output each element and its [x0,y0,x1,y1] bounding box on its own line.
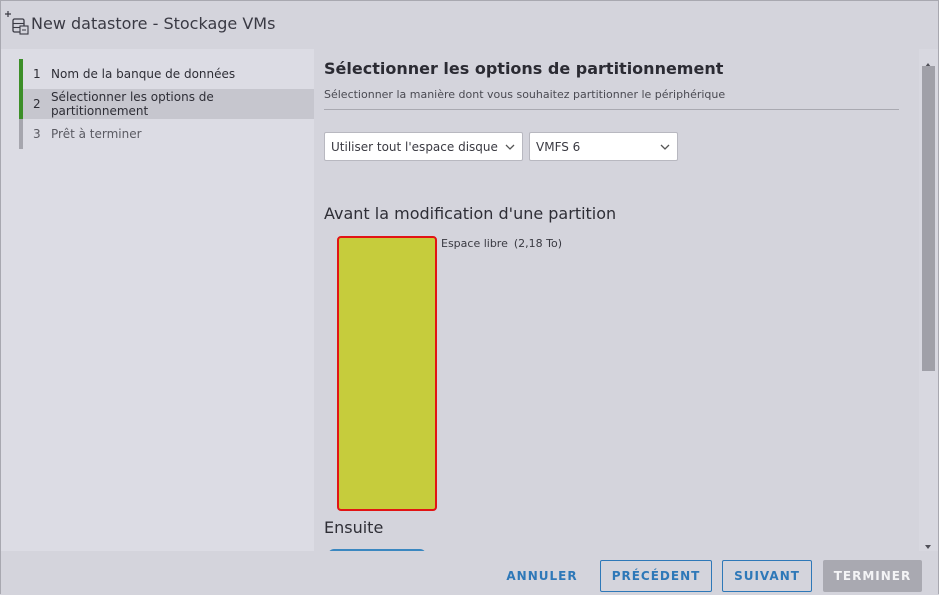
divider [324,109,899,110]
free-space-size: (2,18 To) [513,237,563,250]
vertical-scrollbar[interactable] [919,49,938,551]
step-status-bar [19,59,23,89]
free-space-label: Espace libre (2,18 To) [441,237,562,250]
step-partition-options[interactable]: 2 Sélectionner les options de partitionn… [19,89,314,119]
previous-button[interactable]: PRÉCÉDENT [600,560,712,592]
main-panel: Sélectionner les options de partitionnem… [314,49,919,551]
step-number: 1 [33,67,41,81]
step-ready-to-complete[interactable]: 3 Prêt à terminer [19,119,314,149]
step-datastore-name[interactable]: 1 Nom de la banque de données [19,59,314,89]
free-space-name: Espace libre [441,237,508,250]
step-label: Prêt à terminer [51,127,142,141]
partition-layout-value: Utiliser tout l'espace disque [331,139,498,154]
step-status-bar [19,119,23,149]
finish-button[interactable]: TERMINER [823,560,922,592]
free-space-partition-block [337,236,437,511]
vmfs-version-value: VMFS 6 [536,139,581,154]
dialog-footer: ANNULER PRÉCÉDENT SUIVANT TERMINER [1,551,938,595]
scroll-down-arrow-icon[interactable] [923,537,933,549]
title-bar: New datastore - Stockage VMs [1,1,938,49]
step-status-bar [19,89,23,119]
cancel-button[interactable]: ANNULER [497,560,587,592]
page-subtitle: Sélectionner la manière dont vous souhai… [324,88,726,101]
partition-layout-select[interactable]: Utiliser tout l'espace disque [324,132,523,161]
step-label: Nom de la banque de données [51,67,236,81]
chevron-down-icon [504,141,516,153]
dialog-title: New datastore - Stockage VMs [31,14,276,33]
step-number: 2 [33,97,41,111]
step-number: 3 [33,127,41,141]
chevron-down-icon [659,141,671,153]
before-partition-heading: Avant la modification d'une partition [324,204,617,223]
new-datastore-dialog: New datastore - Stockage VMs 1 Nom de la… [0,0,939,595]
page-title: Sélectionner les options de partitionnem… [324,59,724,78]
scroll-up-arrow-icon[interactable] [923,55,933,67]
next-button[interactable]: SUIVANT [722,560,812,592]
vmfs-version-select[interactable]: VMFS 6 [529,132,678,161]
step-label: Sélectionner les options de partitionnem… [50,90,214,118]
wizard-steps-sidebar: 1 Nom de la banque de données 2 Sélectio… [1,49,314,551]
after-partition-heading: Ensuite [324,518,384,537]
scrollbar-thumb[interactable] [922,66,935,371]
new-datastore-icon [3,11,29,35]
